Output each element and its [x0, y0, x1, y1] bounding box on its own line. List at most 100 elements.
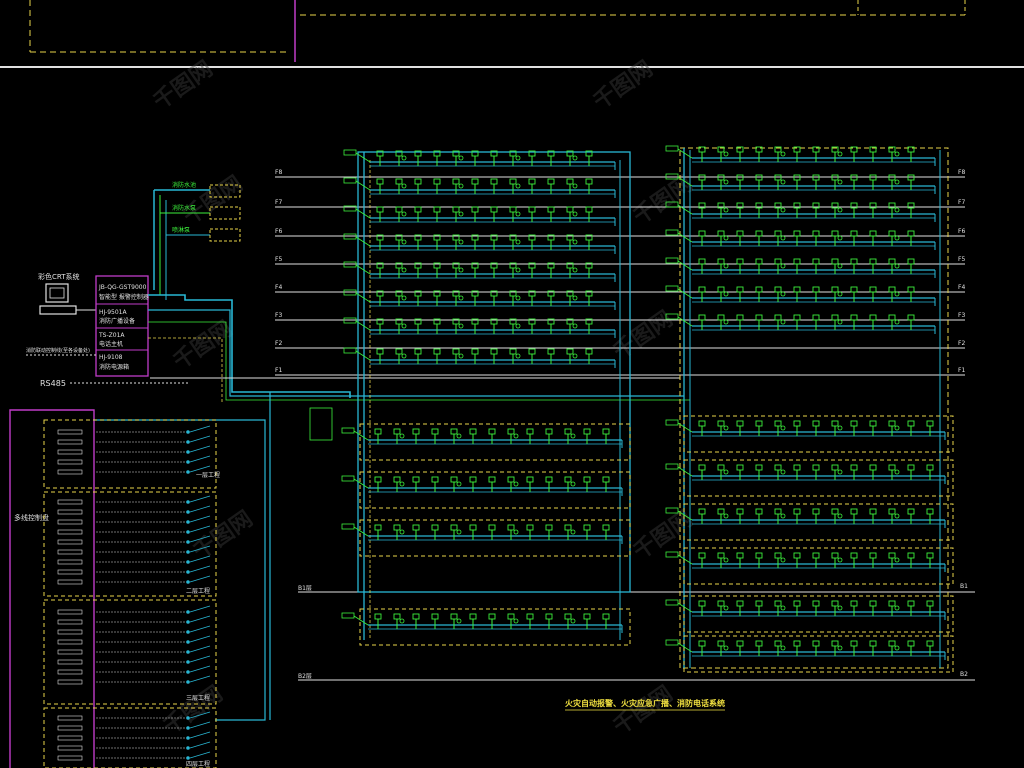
device-symbol [755, 508, 763, 515]
panel-terminal [186, 540, 190, 544]
panel-switch [57, 619, 83, 625]
panel-row-line [189, 425, 211, 433]
panel-row-line [189, 655, 211, 663]
device-symbol [515, 267, 521, 273]
panel-terminal [186, 520, 190, 524]
device-row [665, 415, 954, 453]
device-symbol [431, 476, 439, 483]
device-symbol [831, 600, 839, 607]
device-symbol [850, 420, 858, 427]
panel-switch [57, 669, 83, 675]
panel-row-line [189, 645, 211, 653]
device-row [665, 285, 936, 306]
panel-terminal [186, 450, 190, 454]
panel-switch [57, 725, 83, 731]
device-symbol [490, 178, 498, 185]
device-symbol [894, 151, 900, 157]
device-symbol [717, 600, 725, 607]
device-symbol [452, 206, 460, 213]
panel-terminal [186, 500, 190, 504]
module-tag [341, 475, 355, 482]
device-symbol [837, 207, 843, 213]
device-symbol [755, 600, 763, 607]
panel-terminal [186, 716, 190, 720]
watermark: 千图网 [629, 507, 697, 565]
panel-switch [57, 519, 83, 525]
panel-row-line [189, 505, 211, 513]
panel-row-line [189, 605, 211, 613]
device-symbol [585, 178, 593, 185]
device-symbol [545, 524, 553, 531]
bus-note: 消防联动控制线(至各设备处) [26, 347, 90, 354]
device-symbol [566, 178, 574, 185]
device-symbol [850, 552, 858, 559]
device-symbol [723, 645, 729, 651]
device-symbol [793, 314, 801, 321]
module-tag [353, 526, 369, 537]
module-tag [343, 289, 357, 296]
device-symbol [736, 420, 744, 427]
device-symbol [888, 314, 896, 321]
device-row [343, 233, 616, 254]
device-symbol [572, 183, 578, 189]
panel-switch [57, 539, 83, 545]
device-symbol [850, 230, 858, 237]
device-symbol [401, 183, 407, 189]
device-symbol [907, 508, 915, 515]
panel-switch [57, 549, 83, 555]
watermark: 千图网 [149, 57, 217, 115]
device-symbol [812, 286, 820, 293]
device-symbol [469, 524, 477, 531]
module-tag [341, 523, 355, 530]
device-row [665, 201, 936, 222]
device-symbol [831, 258, 839, 265]
panel-terminal [186, 560, 190, 564]
device-symbol [458, 211, 464, 217]
device-symbol [723, 291, 729, 297]
device-symbol [414, 206, 422, 213]
device-symbol [812, 640, 820, 647]
riser-right [679, 147, 949, 669]
device-symbol [812, 508, 820, 515]
device-symbol [412, 428, 420, 435]
device-symbol [812, 420, 820, 427]
panel-switch [57, 745, 83, 751]
device-symbol [755, 464, 763, 471]
floor-label: F3 [958, 312, 965, 319]
panel-terminal [186, 510, 190, 514]
device-symbol [888, 258, 896, 265]
watermark-layer: 千图网 千图网 千图网 千图网 千图网 千图网 千图网 千图网 千图网 千图网 [149, 57, 697, 740]
device-symbol [850, 464, 858, 471]
panel-terminal [186, 550, 190, 554]
cad-drawing-canvas: 千图网 千图网 千图网 千图网 千图网 千图网 千图网 千图网 千图网 千图网 … [0, 0, 1024, 768]
device-symbol [450, 476, 458, 483]
device-symbol [564, 613, 572, 620]
device-symbol [583, 476, 591, 483]
rs485-label: RS485 [40, 379, 66, 388]
device-symbol [894, 469, 900, 475]
device-symbol [793, 552, 801, 559]
device-symbol [888, 230, 896, 237]
device-symbol [723, 151, 729, 157]
module-tag [665, 463, 679, 470]
panel-row-line [189, 565, 211, 573]
device-symbol [399, 433, 405, 439]
device-symbol [399, 618, 405, 624]
panel-row-line [189, 751, 211, 759]
panel-row-line [189, 615, 211, 623]
device-symbol [894, 263, 900, 269]
device-symbol [831, 314, 839, 321]
device-symbol [698, 600, 706, 607]
watermark: 千图网 [589, 57, 657, 115]
device-symbol [831, 552, 839, 559]
device-symbol [793, 464, 801, 471]
device-symbol [545, 428, 553, 435]
device-symbol [780, 645, 786, 651]
device-symbol [698, 314, 706, 321]
device-row [341, 608, 631, 646]
device-symbol [894, 207, 900, 213]
panel-switch [57, 459, 83, 465]
device-symbol [583, 613, 591, 620]
device-row [343, 347, 616, 368]
module-tag [665, 257, 679, 264]
